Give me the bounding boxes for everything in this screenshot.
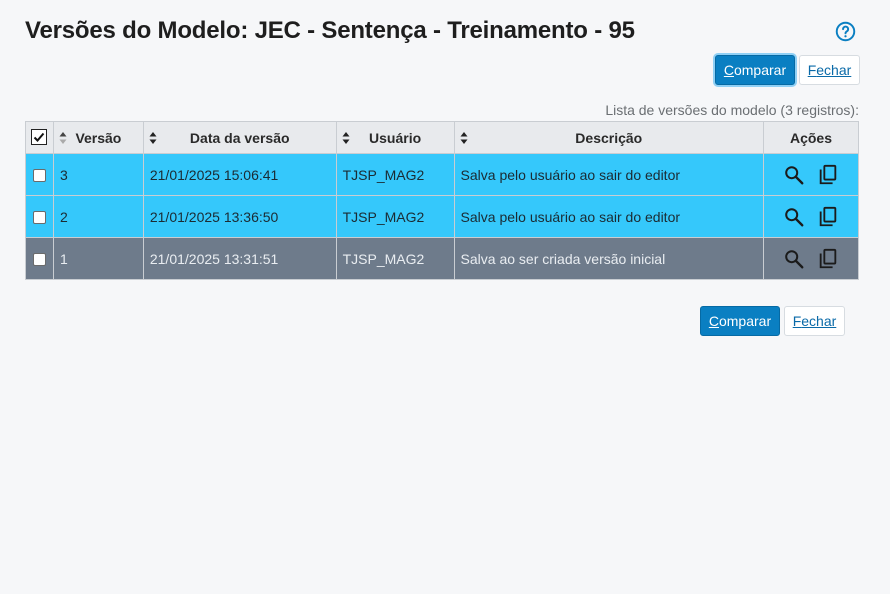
select-all-header[interactable] — [25, 121, 54, 154]
compare-button-top[interactable]: Comparar — [715, 55, 795, 85]
close-accesskey: F — [792, 313, 802, 329]
help-circle-icon[interactable] — [835, 21, 856, 42]
column-header-actions: Ações — [763, 121, 859, 154]
close-label: echar — [816, 62, 852, 78]
compare-label: omparar — [718, 313, 772, 329]
compare-accesskey: C — [708, 313, 719, 329]
check-icon — [34, 132, 45, 142]
cell-version: 1 — [52, 237, 144, 280]
cell-date: 21/01/2025 13:31:51 — [142, 237, 337, 280]
copy-icon[interactable] — [817, 248, 839, 270]
header-user-label: Usuário — [369, 129, 422, 146]
page-title: Versões do Modelo: JEC - Sentença - Trei… — [25, 17, 635, 44]
search-icon[interactable] — [783, 206, 805, 228]
cell-description: Salva pelo usuário ao sair do editor — [453, 153, 765, 196]
compare-button-bottom[interactable]: Comparar — [700, 306, 780, 336]
sort-icon — [59, 132, 67, 144]
cell-user: TJSP_MAG2 — [335, 195, 455, 238]
cell-version: 3 — [52, 153, 144, 196]
header-date-label: Data da versão — [189, 129, 290, 146]
copy-icon[interactable] — [817, 206, 839, 228]
close-accesskey: F — [807, 62, 817, 78]
search-icon[interactable] — [783, 248, 805, 270]
sort-icon — [460, 132, 468, 144]
compare-label: omparar — [733, 62, 787, 78]
compare-accesskey: C — [723, 62, 734, 78]
header-version-label: Versão — [75, 129, 122, 146]
column-header-version[interactable]: Versão — [52, 121, 144, 154]
cell-user: TJSP_MAG2 — [335, 153, 455, 196]
list-caption: Lista de versões do modelo (3 registros)… — [605, 102, 859, 118]
close-button-top[interactable]: Fechar — [799, 55, 860, 85]
cell-description: Salva pelo usuário ao sair do editor — [453, 195, 765, 238]
row-checkbox[interactable] — [32, 211, 46, 225]
close-button-bottom[interactable]: Fechar — [784, 306, 845, 336]
select-all-checkbox[interactable] — [31, 129, 48, 145]
sort-icon — [149, 132, 157, 144]
row-checkbox[interactable] — [32, 169, 46, 183]
cell-date: 21/01/2025 15:06:41 — [142, 153, 337, 196]
column-header-date[interactable]: Data da versão — [142, 121, 337, 154]
column-header-user[interactable]: Usuário — [335, 121, 455, 154]
table-row[interactable]: 3 21/01/2025 15:06:41 TJSP_MAG2 Salva pe… — [25, 153, 859, 196]
header-description-label: Descrição — [575, 129, 643, 146]
sort-icon — [342, 132, 350, 144]
close-label: echar — [801, 313, 837, 329]
cell-date: 21/01/2025 13:36:50 — [142, 195, 337, 238]
table-row[interactable]: 2 21/01/2025 13:36:50 TJSP_MAG2 Salva pe… — [25, 195, 859, 238]
cell-user: TJSP_MAG2 — [335, 237, 455, 280]
cell-version: 2 — [52, 195, 144, 238]
table-row[interactable]: 1 21/01/2025 13:31:51 TJSP_MAG2 Salva ao… — [25, 237, 859, 280]
row-checkbox[interactable] — [32, 253, 46, 267]
cell-description: Salva ao ser criada versão inicial — [453, 237, 765, 280]
versions-table: Versão Data da versão Usuário Descrição … — [25, 121, 859, 280]
header-actions-label: Ações — [789, 129, 833, 146]
table-header-row: Versão Data da versão Usuário Descrição … — [25, 121, 859, 154]
copy-icon[interactable] — [817, 164, 839, 186]
search-icon[interactable] — [783, 164, 805, 186]
column-header-description[interactable]: Descrição — [453, 121, 765, 154]
